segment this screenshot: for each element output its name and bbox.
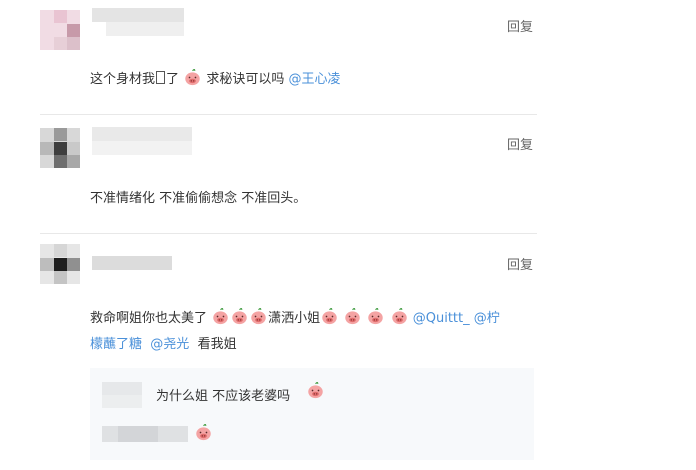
username-blurred[interactable] xyxy=(92,127,192,155)
pig-emoji-icon xyxy=(307,382,324,399)
username-blurred[interactable] xyxy=(92,8,184,36)
sub-username-blurred[interactable] xyxy=(102,426,188,442)
sub-reply-text: 为什么姐 不应该老婆吗 xyxy=(156,389,291,404)
reply-button[interactable]: 回复 xyxy=(507,16,533,35)
mention-link[interactable]: @尧光 xyxy=(150,337,189,352)
mention-link[interactable]: @Quittt_ xyxy=(413,311,470,326)
comment-text: 不准情绪化 不准偷偷想念 不准回头。 xyxy=(90,191,307,206)
mention-link[interactable]: 檬蘸了糖 xyxy=(90,337,142,352)
sub-username-blurred[interactable] xyxy=(102,382,142,408)
pig-emoji-icon xyxy=(367,308,384,325)
mention-link[interactable]: @柠 xyxy=(474,311,500,326)
username-blurred[interactable] xyxy=(92,256,172,284)
divider xyxy=(40,233,537,234)
reply-button[interactable]: 回复 xyxy=(507,134,533,153)
avatar[interactable] xyxy=(40,244,80,284)
pig-emoji-icon xyxy=(344,308,361,325)
comment-text: 救命啊姐你也太美了 潇洒小姐 @Quittt_ @柠 檬蘸了糖 @尧光 看我姐 xyxy=(90,306,540,358)
sub-replies: 为什么姐 不应该老婆吗 xyxy=(90,368,534,460)
box-glyph-icon xyxy=(156,71,166,84)
pig-emoji-icon xyxy=(184,69,201,86)
mention-link[interactable]: @王心凌 xyxy=(288,72,340,87)
pig-emoji-icon xyxy=(212,308,229,325)
pig-emoji-icon xyxy=(321,308,338,325)
pig-emoji-icon xyxy=(195,424,212,441)
avatar[interactable] xyxy=(40,10,80,50)
divider xyxy=(40,114,537,115)
reply-button[interactable]: 回复 xyxy=(507,254,533,273)
comment-text: 这个身材我了 求秘诀可以吗 @王心凌 xyxy=(90,67,540,93)
pig-emoji-icon xyxy=(231,308,248,325)
pig-emoji-icon xyxy=(250,308,267,325)
avatar[interactable] xyxy=(40,128,80,168)
pig-emoji-icon xyxy=(391,308,408,325)
